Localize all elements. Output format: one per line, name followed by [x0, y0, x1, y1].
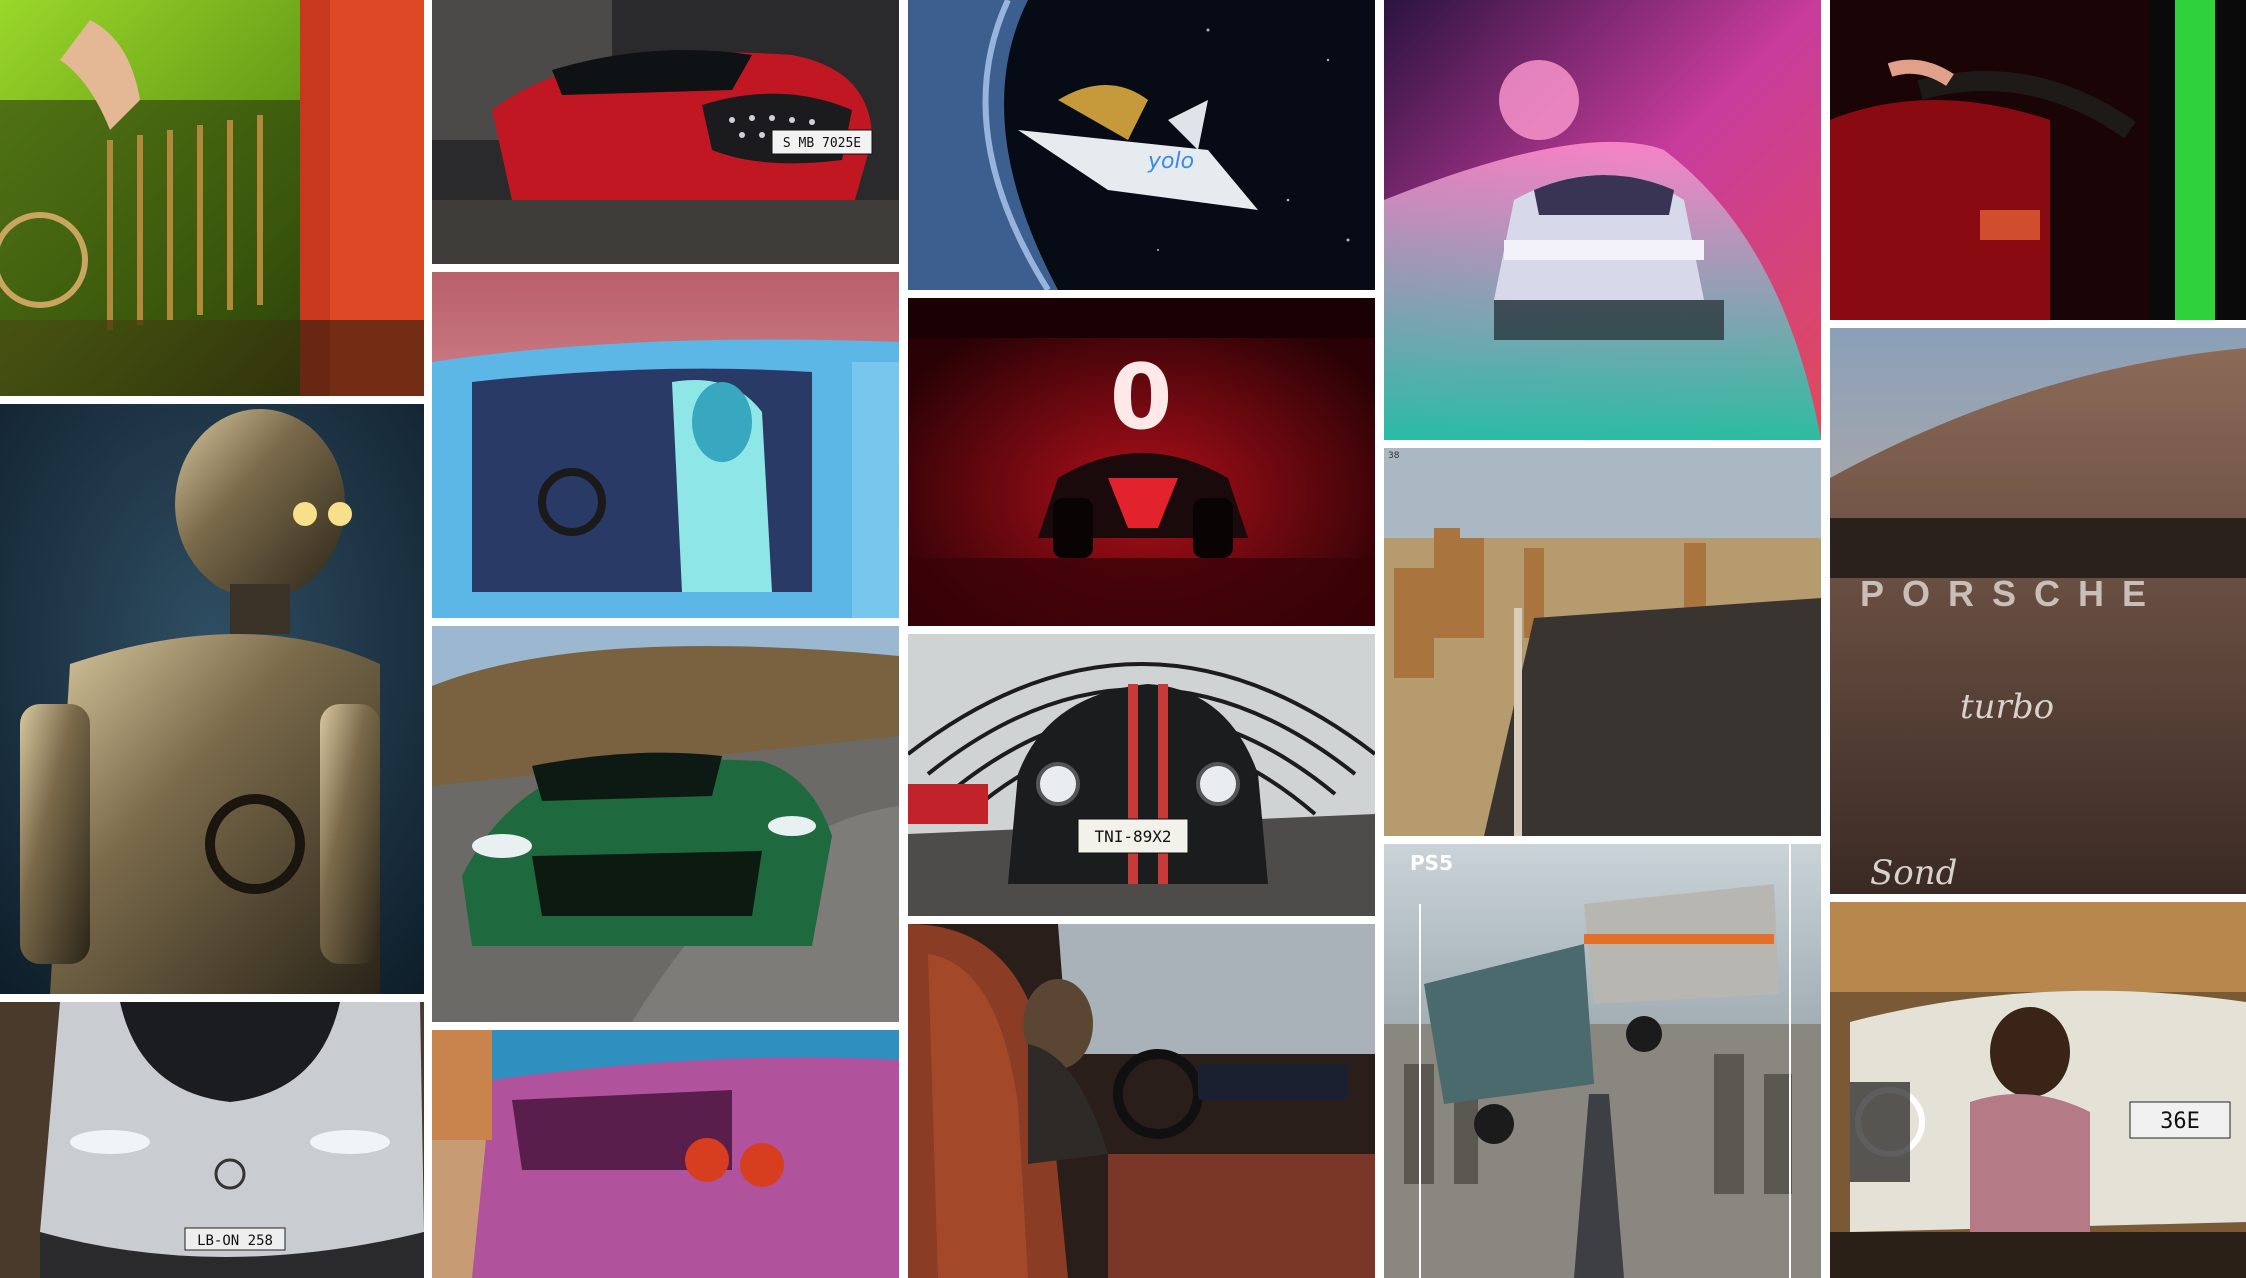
pink-lamborghini-image [432, 1030, 899, 1278]
porsche-turbo-detail-image: PORSCHE turbo Sond [1830, 328, 2246, 894]
porsche-model: turbo [1960, 687, 2054, 727]
photo-bmw-interior-driver[interactable] [908, 924, 1375, 1278]
porsche-badge: PORSCHE [1860, 573, 2164, 614]
ps5-logo: PS5 [1410, 851, 1453, 875]
formula-number: 0 [1110, 345, 1173, 450]
bmw-interior-driver-image [908, 924, 1375, 1278]
formula-e-car-image: 0 [908, 298, 1375, 626]
amg-one-silver-image: LB-ON 258 [0, 1002, 424, 1278]
porsche-sonder: Sond [1870, 853, 1957, 893]
photo-porsche-turbo-detail[interactable]: PORSCHE turbo Sond [1830, 328, 2246, 894]
corner-mark: 38 [1388, 451, 1400, 461]
red-mercedes-plate: S MB 7025E [783, 136, 861, 151]
photo-formula-e-car[interactable]: 0 [908, 298, 1375, 626]
photo-pink-lamborghini[interactable] [432, 1030, 899, 1278]
shuttle-text: yolo [1147, 149, 1194, 174]
blue-car-woman-image [432, 272, 899, 618]
photo-mini-tunnel[interactable]: TNI-89X2 [908, 634, 1375, 916]
photo-red-mercedes-city[interactable]: S MB 7025E [432, 0, 899, 264]
photo-green-g-class[interactable] [0, 0, 424, 396]
photo-c3po-robot[interactable] [0, 404, 424, 994]
photo-eqs-neon-road[interactable] [1384, 0, 1821, 440]
ps5-flying-truck-image: PS5 [1384, 844, 1821, 1278]
hyundai-person-image: 36E [1830, 902, 2246, 1278]
photo-space-shuttle[interactable]: yolo [908, 0, 1375, 290]
photo-ps5-flying-truck[interactable]: PS5 [1384, 844, 1821, 1278]
photo-aston-martin-green[interactable] [432, 626, 899, 1022]
amg-plate-text: LB-ON 258 [197, 1233, 273, 1249]
photo-red-interior-driver[interactable] [1830, 0, 2246, 320]
c3po-robot-image [0, 404, 424, 994]
red-mercedes-city-image: S MB 7025E [432, 0, 899, 264]
eqs-neon-road-image [1384, 0, 1821, 440]
mini-plate-text: TNI-89X2 [1094, 827, 1171, 846]
hyundai-plate-text: 36E [2160, 1109, 2200, 1134]
red-interior-driver-image [1830, 0, 2246, 320]
photo-amg-one-silver[interactable]: LB-ON 258 [0, 1002, 424, 1278]
photo-hyundai-person[interactable]: 36E [1830, 902, 2246, 1278]
desert-ruins-image: 38 [1384, 448, 1821, 836]
aston-martin-green-image [432, 626, 899, 1022]
photo-blue-car-woman[interactable] [432, 272, 899, 618]
space-shuttle-image: yolo [908, 0, 1375, 290]
mini-tunnel-image: TNI-89X2 [908, 634, 1375, 916]
green-g-class-image [0, 0, 424, 396]
photo-desert-ruins[interactable]: 38 [1384, 448, 1821, 836]
